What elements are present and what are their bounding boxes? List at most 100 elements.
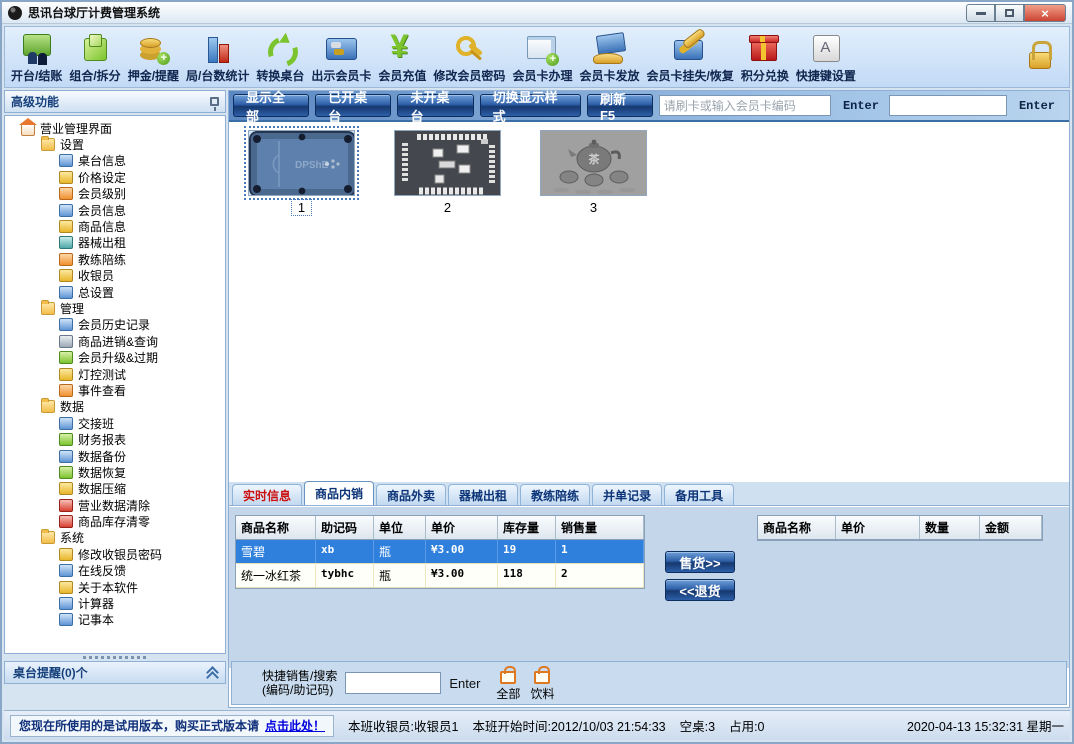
table-reminder-bar[interactable]: 桌台提醒(0)个 bbox=[4, 661, 226, 684]
tree-item[interactable]: 营业管理界面 bbox=[5, 120, 225, 136]
col-quantity[interactable]: 数量 bbox=[920, 516, 980, 539]
cell-unit: 瓶 bbox=[374, 564, 426, 587]
toggle-view-style-button[interactable]: 切换显示样式 bbox=[480, 94, 581, 117]
quick-entry-input[interactable] bbox=[889, 95, 1007, 116]
toolbar-button[interactable]: 会员充值 bbox=[378, 32, 426, 84]
tree-item[interactable]: 收银员 bbox=[5, 268, 225, 284]
tree-item[interactable]: 记事本 bbox=[5, 612, 225, 628]
tree-item-icon bbox=[59, 499, 73, 512]
tree-item[interactable]: 数据备份 bbox=[5, 448, 225, 464]
product-row[interactable]: 统一冰红茶 tybhc 瓶 ¥3.00 118 2 bbox=[236, 564, 644, 588]
bottom-tab[interactable]: 教练陪练 bbox=[520, 484, 590, 505]
toolbar-button[interactable]: 积分兑换 bbox=[741, 32, 789, 84]
tree-item[interactable]: 桌台信息 bbox=[5, 153, 225, 169]
chevron-up-icon bbox=[207, 668, 217, 678]
buy-link[interactable]: 点击此处！ bbox=[265, 717, 325, 734]
product-row[interactable]: 雪碧 xb 瓶 ¥3.00 19 1 bbox=[236, 540, 644, 564]
col-unit[interactable]: 单位 bbox=[374, 516, 426, 539]
tree-item[interactable]: 商品信息 bbox=[5, 218, 225, 234]
col-sold[interactable]: 销售量 bbox=[556, 516, 644, 539]
tree-item-label: 计算器 bbox=[78, 595, 114, 612]
toolbar-button[interactable]: 押金/提醒 bbox=[128, 32, 179, 84]
toolbar-button[interactable]: 组合/拆分 bbox=[69, 32, 120, 84]
member-card-input[interactable] bbox=[659, 95, 831, 116]
toolbar-button[interactable]: 转换桌台 bbox=[256, 32, 304, 84]
bottom-tab[interactable]: 实时信息 bbox=[232, 484, 302, 505]
bottom-tab[interactable]: 商品内销 bbox=[304, 481, 374, 505]
tree-item[interactable]: 会员历史记录 bbox=[5, 317, 225, 333]
hotkey-settings-icon bbox=[808, 32, 844, 66]
col-unit-price[interactable]: 单价 bbox=[426, 516, 498, 539]
tree-item[interactable]: 器械出租 bbox=[5, 235, 225, 251]
tree-item[interactable]: 管理 bbox=[5, 300, 225, 316]
col-stock[interactable]: 库存量 bbox=[498, 516, 556, 539]
toolbar-button-label: 组合/拆分 bbox=[69, 67, 120, 84]
tab-label: 实时信息 bbox=[243, 487, 291, 504]
tree-item-icon bbox=[59, 335, 73, 348]
bottom-tab[interactable]: 器械出租 bbox=[448, 484, 518, 505]
table-item-mahjong[interactable]: 2 bbox=[391, 130, 504, 215]
refresh-f5-button[interactable]: 刷新F5 bbox=[587, 94, 653, 117]
tree-item[interactable]: 关于本软件 bbox=[5, 579, 225, 595]
bottom-tab[interactable]: 备用工具 bbox=[664, 484, 734, 505]
bottom-tab[interactable]: 并单记录 bbox=[592, 484, 662, 505]
table-item-billiard[interactable]: DPShE 1 bbox=[245, 130, 358, 215]
tree-item[interactable]: 会员升级&过期 bbox=[5, 349, 225, 365]
col-product-name[interactable]: 商品名称 bbox=[758, 516, 836, 539]
tree-item-label: 管理 bbox=[60, 300, 84, 317]
sell-button[interactable]: 售货>> bbox=[665, 551, 735, 573]
col-amount[interactable]: 金额 bbox=[980, 516, 1042, 539]
tree-item[interactable]: 修改收银员密码 bbox=[5, 546, 225, 562]
tree-item[interactable]: 价格设定 bbox=[5, 169, 225, 185]
close-button[interactable]: × bbox=[1024, 4, 1066, 22]
col-mnemonic-code[interactable]: 助记码 bbox=[316, 516, 374, 539]
tree-item[interactable]: 系统 bbox=[5, 530, 225, 546]
quick-sale-input[interactable] bbox=[345, 672, 441, 694]
tree-item[interactable]: 营业数据清除 bbox=[5, 497, 225, 513]
table-item-tea[interactable]: 茶 3 bbox=[537, 130, 650, 215]
tree-item[interactable]: 计算器 bbox=[5, 595, 225, 611]
category-all[interactable]: 全部 bbox=[496, 664, 520, 702]
toolbar-button-label: 出示会员卡 bbox=[311, 67, 371, 84]
col-unit-price[interactable]: 单价 bbox=[836, 516, 920, 539]
maximize-button[interactable] bbox=[995, 4, 1024, 22]
bottom-tab[interactable]: 商品外卖 bbox=[376, 484, 446, 505]
pin-icon[interactable] bbox=[210, 97, 219, 106]
billiard-table-image: DPShE bbox=[248, 130, 355, 196]
show-all-button[interactable]: 显示全部 bbox=[233, 94, 309, 117]
toolbar-button[interactable]: 会员卡办理 bbox=[512, 32, 572, 84]
tree-item[interactable]: 会员信息 bbox=[5, 202, 225, 218]
opened-tables-button[interactable]: 已开桌台 bbox=[315, 94, 391, 117]
tree-item-label: 会员级别 bbox=[78, 185, 126, 202]
toolbar-button[interactable]: 开台/结账 bbox=[11, 32, 62, 84]
minimize-button[interactable] bbox=[966, 4, 995, 22]
member-card-loss-restore-icon bbox=[672, 32, 708, 66]
window-title: 思讯台球厅计费管理系统 bbox=[28, 4, 160, 21]
tree-item[interactable]: 教练陪练 bbox=[5, 251, 225, 267]
tree-item[interactable]: 商品库存清零 bbox=[5, 513, 225, 529]
tree-item[interactable]: 财务报表 bbox=[5, 431, 225, 447]
toolbar-button[interactable]: 修改会员密码 bbox=[433, 32, 505, 84]
col-product-name[interactable]: 商品名称 bbox=[236, 516, 316, 539]
tree-item[interactable]: 商品进销&查询 bbox=[5, 333, 225, 349]
tree-item[interactable]: 在线反馈 bbox=[5, 563, 225, 579]
toolbar-button[interactable]: 出示会员卡 bbox=[311, 32, 371, 84]
category-drinks[interactable]: 饮料 bbox=[530, 664, 554, 702]
lock-icon[interactable] bbox=[1026, 40, 1052, 70]
tree-item[interactable]: 设置 bbox=[5, 136, 225, 152]
tree-item[interactable]: 数据压缩 bbox=[5, 481, 225, 497]
tree-item[interactable]: 总设置 bbox=[5, 284, 225, 300]
return-button[interactable]: <<退货 bbox=[665, 579, 735, 601]
tree-item[interactable]: 数据 bbox=[5, 399, 225, 415]
toolbar-button[interactable]: 会员卡发放 bbox=[579, 32, 639, 84]
tree-item[interactable]: 数据恢复 bbox=[5, 464, 225, 480]
toolbar-button[interactable]: 局/台数统计 bbox=[186, 32, 249, 84]
splitter-handle[interactable] bbox=[4, 654, 226, 660]
tree-item[interactable]: 事件查看 bbox=[5, 382, 225, 398]
toolbar-button[interactable]: 快捷键设置 bbox=[796, 32, 856, 84]
tree-item[interactable]: 交接班 bbox=[5, 415, 225, 431]
tree-item[interactable]: 灯控测试 bbox=[5, 366, 225, 382]
unopened-tables-button[interactable]: 未开桌台 bbox=[397, 94, 473, 117]
tree-item[interactable]: 会员级别 bbox=[5, 186, 225, 202]
toolbar-button[interactable]: 会员卡挂失/恢复 bbox=[646, 32, 733, 84]
